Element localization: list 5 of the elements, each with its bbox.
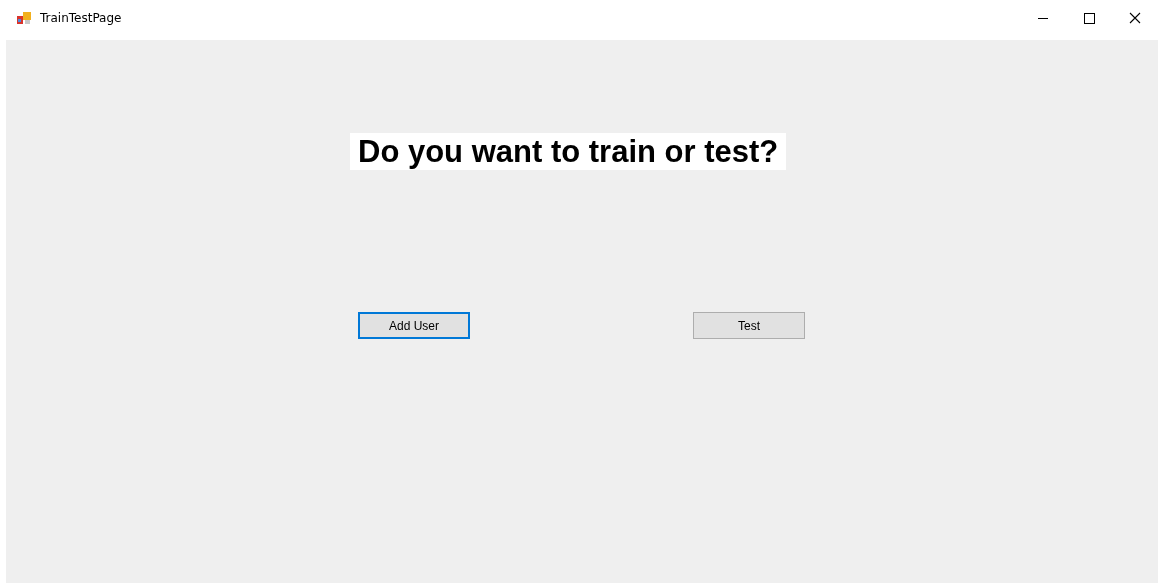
window-title: TrainTestPage — [40, 11, 122, 25]
app-icon — [16, 10, 32, 26]
heading: Do you want to train or test? — [350, 133, 787, 170]
add-user-button[interactable]: Add User — [358, 312, 470, 339]
test-button[interactable]: Test — [693, 312, 805, 339]
